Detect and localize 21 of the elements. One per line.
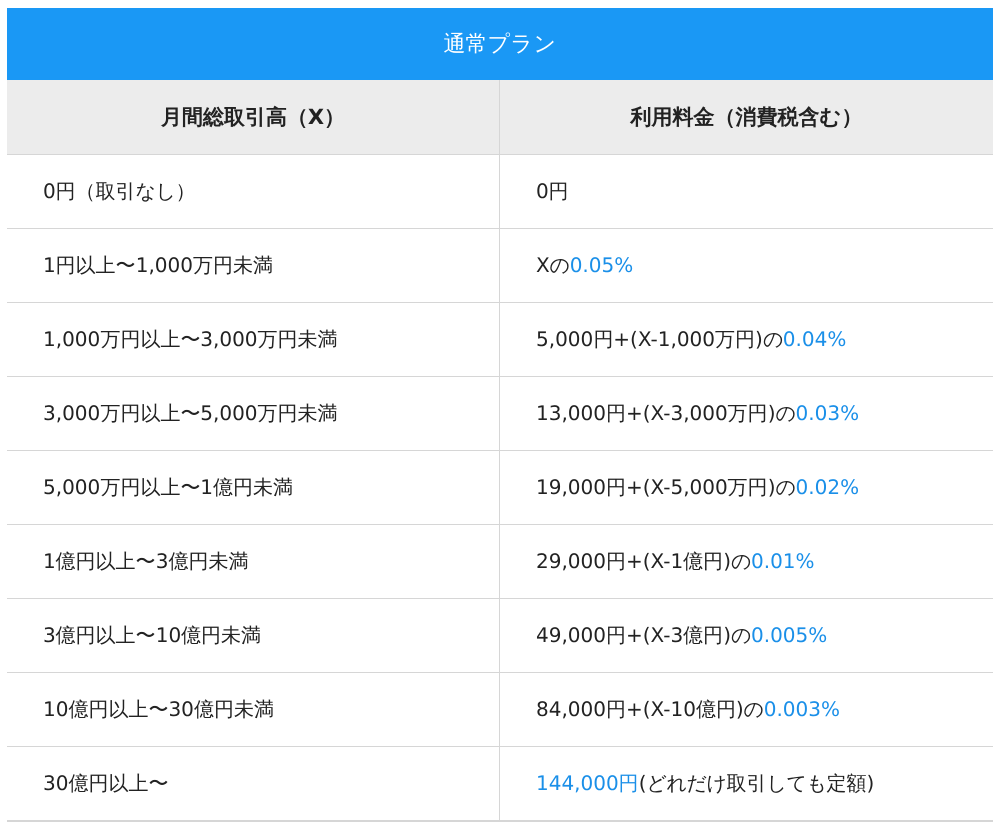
table-cell: 3億円以上〜10億円未満 [7, 599, 500, 673]
column-header: 月間総取引高（X） [7, 80, 500, 155]
column-header: 利用料金（消費税含む） [500, 80, 993, 155]
table-cell: 30億円以上〜 [7, 747, 500, 821]
table-cell: 1億円以上〜3億円未満 [7, 525, 500, 599]
table-cell: 144,000円(どれだけ取引しても定額) [500, 747, 993, 821]
table-cell: 1円以上〜1,000万円未満 [7, 229, 500, 303]
table-cell: 19,000円+(X-5,000万円)の0.02% [500, 451, 993, 525]
table-cell: 0円 [500, 155, 993, 229]
table-cell: 1,000万円以上〜3,000万円未満 [7, 303, 500, 377]
table-cell: Xの0.05% [500, 229, 993, 303]
table-cell: 49,000円+(X-3億円)の0.005% [500, 599, 993, 673]
plan-title: 通常プラン [7, 8, 993, 80]
table-cell: 13,000円+(X-3,000万円)の0.03% [500, 377, 993, 451]
table-cell: 10億円以上〜30億円未満 [7, 673, 500, 747]
table-cell: 29,000円+(X-1億円)の0.01% [500, 525, 993, 599]
table-cell: 5,000万円以上〜1億円未満 [7, 451, 500, 525]
table-cell: 0円（取引なし） [7, 155, 500, 229]
table-cell: 84,000円+(X-10億円)の0.003% [500, 673, 993, 747]
table-cell: 5,000円+(X-1,000万円)の0.04% [500, 303, 993, 377]
table-cell: 3,000万円以上〜5,000万円未満 [7, 377, 500, 451]
